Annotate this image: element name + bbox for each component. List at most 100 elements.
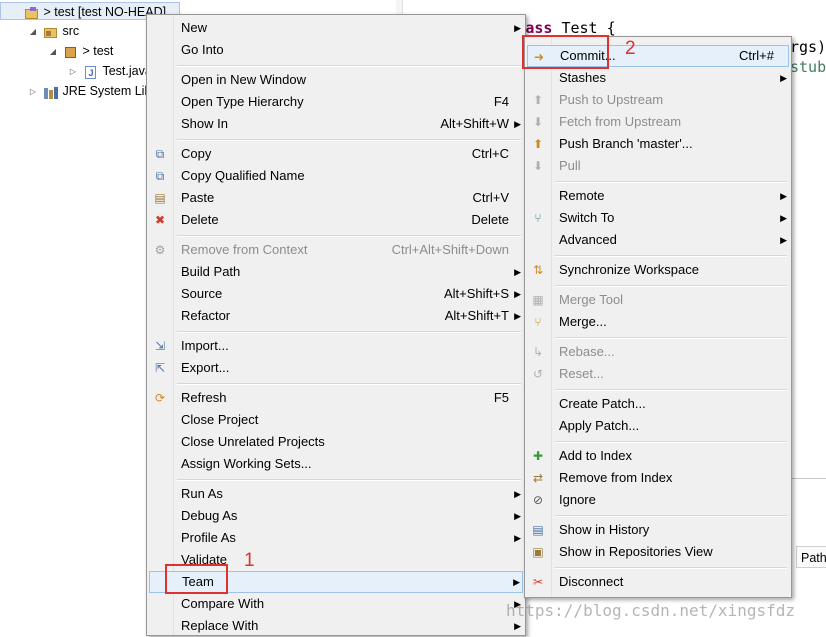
menu-item-ignore[interactable]: ⊘ Ignore: [527, 489, 789, 511]
menu-item-replace-with[interactable]: Replace With ▶: [149, 615, 523, 637]
expand-arrow-icon[interactable]: ▷: [28, 83, 38, 101]
menu-item-rebase[interactable]: ↳ Rebase...: [527, 341, 789, 363]
menu-item-run-as[interactable]: Run As ▶: [149, 483, 523, 505]
menu-item-open-type-hierarchy[interactable]: Open Type Hierarchy F4: [149, 91, 523, 113]
menu-item-reset[interactable]: ↺ Reset...: [527, 363, 789, 385]
context-menu: New ▶ Go Into Open in New Window Open Type H…: [146, 14, 526, 636]
rebase-icon: ↳: [532, 345, 544, 359]
submenu-arrow-icon: ▶: [514, 311, 521, 321]
menu-item-label: Fetch from Upstream: [559, 114, 682, 129]
menu-item-label: Run As: [181, 486, 223, 501]
merge-tool-icon: ▦: [532, 293, 544, 307]
submenu-arrow-icon: ▶: [780, 235, 787, 245]
tree-item-file[interactable]: ▷ J Test.java: [68, 62, 152, 80]
menu-item-debug-as[interactable]: Debug As ▶: [149, 505, 523, 527]
menu-item-fetch-from-upstream[interactable]: ⬇ Fetch from Upstream: [527, 111, 789, 133]
menu-item-label: Close Project: [181, 412, 259, 427]
menu-item-label: Export...: [181, 360, 230, 375]
menu-item-label: Assign Working Sets...: [181, 456, 312, 471]
menu-item-close-unrelated-projects[interactable]: Close Unrelated Projects: [149, 431, 523, 453]
menu-item-create-patch[interactable]: Create Patch...: [527, 393, 789, 415]
menu-item-shortcut: Alt+Shift+W: [440, 116, 509, 131]
menu-separator: [177, 331, 521, 333]
tree-item-src[interactable]: ◢ src: [28, 22, 79, 40]
menu-item-refactor[interactable]: Refactor Alt+Shift+T ▶: [149, 305, 523, 327]
menu-item-apply-patch[interactable]: Apply Patch...: [527, 415, 789, 437]
menu-item-push-to-upstream[interactable]: ⬆ Push to Upstream: [527, 89, 789, 111]
menu-item-label: Remove from Context: [181, 242, 308, 257]
remove-context-icon: ⚙: [154, 243, 166, 257]
menu-item-show-in[interactable]: Show In Alt+Shift+W ▶: [149, 113, 523, 135]
code-fragment-stub: stub: [790, 58, 826, 76]
collapse-arrow-icon[interactable]: ◢: [48, 43, 58, 61]
menu-item-shortcut: Delete: [471, 212, 509, 227]
menu-item-copy-qualified-name[interactable]: ⧉ Copy Qualified Name: [149, 165, 523, 187]
annotation-number-2: 2: [625, 38, 636, 59]
menu-item-label: Open in New Window: [181, 72, 306, 87]
menu-item-add-to-index[interactable]: ✚ Add to Index: [527, 445, 789, 467]
tree-item-package[interactable]: ◢ > test: [48, 42, 113, 60]
menu-item-disconnect[interactable]: ✂ Disconnect: [527, 571, 789, 593]
path-column-header[interactable]: Path: [796, 546, 826, 568]
menu-item-remove-from-index[interactable]: ⇄ Remove from Index: [527, 467, 789, 489]
menu-item-go-into[interactable]: Go Into: [149, 39, 523, 61]
menu-item-refresh[interactable]: ⟳ Refresh F5: [149, 387, 523, 409]
menu-item-delete[interactable]: ✖ Delete Delete: [149, 209, 523, 231]
menu-item-source[interactable]: Source Alt+Shift+S ▶: [149, 283, 523, 305]
menu-item-label: Show in Repositories View: [559, 544, 713, 559]
menu-item-open-in-new-window[interactable]: Open in New Window: [149, 69, 523, 91]
expand-arrow-icon[interactable]: ▷: [68, 63, 78, 81]
menu-item-show-in-repositories-view[interactable]: ▣ Show in Repositories View: [527, 541, 789, 563]
menu-item-profile-as[interactable]: Profile As ▶: [149, 527, 523, 549]
menu-item-show-in-history[interactable]: ▤ Show in History: [527, 519, 789, 541]
menu-item-advanced[interactable]: Advanced ▶: [527, 229, 789, 251]
menu-separator: [555, 567, 787, 569]
menu-separator: [555, 181, 787, 183]
copy-icon: ⧉: [155, 147, 165, 161]
menu-separator: [177, 479, 521, 481]
menu-item-remove-from-context[interactable]: ⚙ Remove from Context Ctrl+Alt+Shift+Down: [149, 239, 523, 261]
menu-item-paste[interactable]: ▤ Paste Ctrl+V: [149, 187, 523, 209]
menu-item-label: Show in History: [559, 522, 650, 537]
menu-item-synchronize-workspace[interactable]: ⇅ Synchronize Workspace: [527, 259, 789, 281]
menu-item-label: Apply Patch...: [559, 418, 640, 433]
menu-item-push-branch[interactable]: ⬆ Push Branch 'master'...: [527, 133, 789, 155]
menu-separator: [555, 337, 787, 339]
menu-item-label: Create Patch...: [559, 396, 646, 411]
menu-item-switch-to[interactable]: ⑂ Switch To ▶: [527, 207, 789, 229]
menu-item-import[interactable]: ⇲ Import...: [149, 335, 523, 357]
menu-item-assign-working-sets[interactable]: Assign Working Sets...: [149, 453, 523, 475]
menu-separator: [555, 441, 787, 443]
submenu-arrow-icon: ▶: [514, 289, 521, 299]
annotation-box-commit: [522, 35, 609, 69]
menu-separator: [177, 139, 521, 141]
code-fragment-args: rgs): [790, 38, 826, 56]
menu-item-label: Push Branch 'master'...: [559, 136, 693, 151]
copy-qualified-name-icon: ⧉: [155, 169, 165, 183]
menu-item-build-path[interactable]: Build Path ▶: [149, 261, 523, 283]
collapse-arrow-icon[interactable]: ◢: [28, 23, 38, 41]
menu-item-new[interactable]: New ▶: [149, 17, 523, 39]
menu-item-remote[interactable]: Remote ▶: [527, 185, 789, 207]
import-icon: ⇲: [154, 339, 166, 353]
add-to-index-icon: ✚: [532, 449, 544, 463]
menu-item-merge[interactable]: ⑂ Merge...: [527, 311, 789, 333]
menu-item-label: Copy: [181, 146, 212, 161]
menu-item-label: Show In: [181, 116, 228, 131]
library-icon: [43, 85, 59, 99]
menu-item-pull[interactable]: ⬇ Pull: [527, 155, 789, 177]
menu-item-stashes[interactable]: Stashes ▶: [527, 67, 789, 89]
menu-item-copy[interactable]: ⧉ Copy Ctrl+C: [149, 143, 523, 165]
tree-item-jre[interactable]: ▷ JRE System Lib: [28, 82, 151, 100]
menu-item-compare-with[interactable]: Compare With ▶: [149, 593, 523, 615]
repositories-icon: ▣: [532, 545, 544, 559]
menu-item-label: Switch To: [559, 210, 615, 225]
menu-item-merge-tool[interactable]: ▦ Merge Tool: [527, 289, 789, 311]
menu-item-label: Pull: [559, 158, 581, 173]
menu-item-close-project[interactable]: Close Project: [149, 409, 523, 431]
switch-branch-icon: ⑂: [534, 211, 542, 225]
project-explorer-tree: > test [test NO-HEAD] ◢ src ◢ > test ▷ J…: [0, 0, 180, 632]
submenu-arrow-icon: ▶: [780, 213, 787, 223]
menu-item-label: Refactor: [181, 308, 231, 323]
menu-item-export[interactable]: ⇱ Export...: [149, 357, 523, 379]
